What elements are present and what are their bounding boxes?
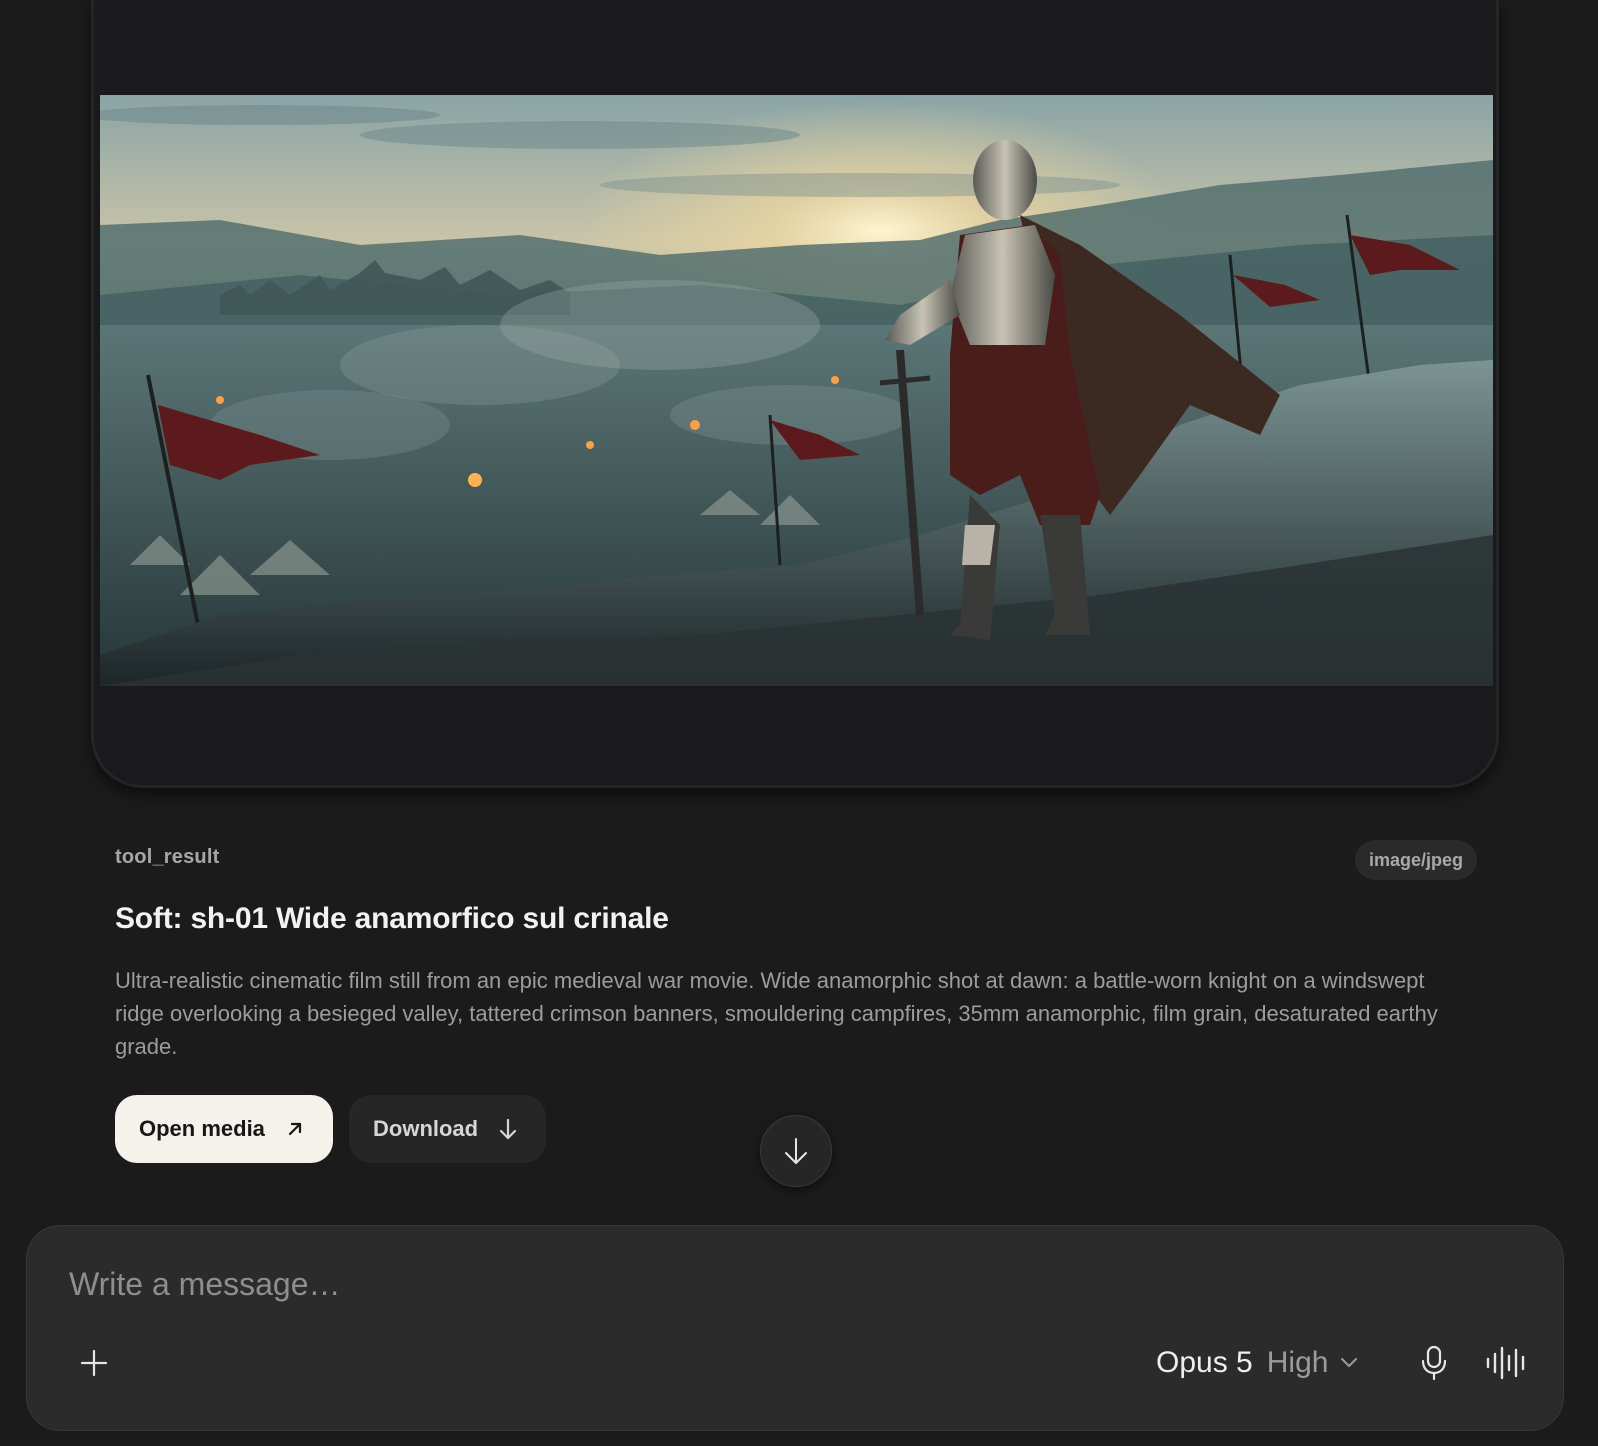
plus-icon: [80, 1349, 108, 1377]
microphone-button[interactable]: [1414, 1342, 1454, 1384]
arrow-down-icon: [498, 1117, 518, 1141]
model-effort: High: [1266, 1346, 1329, 1379]
message-composer: Opus 5 High: [26, 1225, 1564, 1431]
chevron-down-icon: [1340, 1357, 1358, 1369]
media-meta-row: tool_result image/jpeg: [115, 836, 1477, 880]
media-image[interactable]: [100, 95, 1493, 686]
scroll-to-bottom-button[interactable]: [760, 1115, 832, 1187]
media-description: Ultra-realistic cinematic film still fro…: [115, 968, 1438, 1059]
voice-waveform-icon: [1485, 1346, 1529, 1380]
card-header-strip: [94, 0, 1496, 95]
media-image-illustration: [100, 95, 1493, 686]
model-selector[interactable]: Opus 5 High: [1156, 1342, 1358, 1384]
message-input[interactable]: [69, 1266, 1269, 1303]
tool-result-label: tool_result: [115, 846, 220, 868]
voice-mode-button[interactable]: [1483, 1342, 1531, 1384]
model-name: Opus 5: [1156, 1346, 1253, 1379]
download-label: Download: [373, 1116, 479, 1141]
mime-type-badge: image/jpeg: [1354, 840, 1477, 880]
media-card: [91, 0, 1499, 788]
arrow-up-right-icon: [285, 1119, 305, 1139]
open-media-label: Open media: [139, 1116, 265, 1141]
microphone-icon: [1420, 1345, 1448, 1381]
open-media-button[interactable]: Open media: [115, 1095, 333, 1163]
arrow-down-icon: [783, 1136, 809, 1166]
download-button[interactable]: Download: [349, 1095, 546, 1163]
add-attachment-button[interactable]: [75, 1344, 113, 1382]
media-title: Soft: sh-01 Wide anamorfico sul crinale: [115, 902, 669, 935]
